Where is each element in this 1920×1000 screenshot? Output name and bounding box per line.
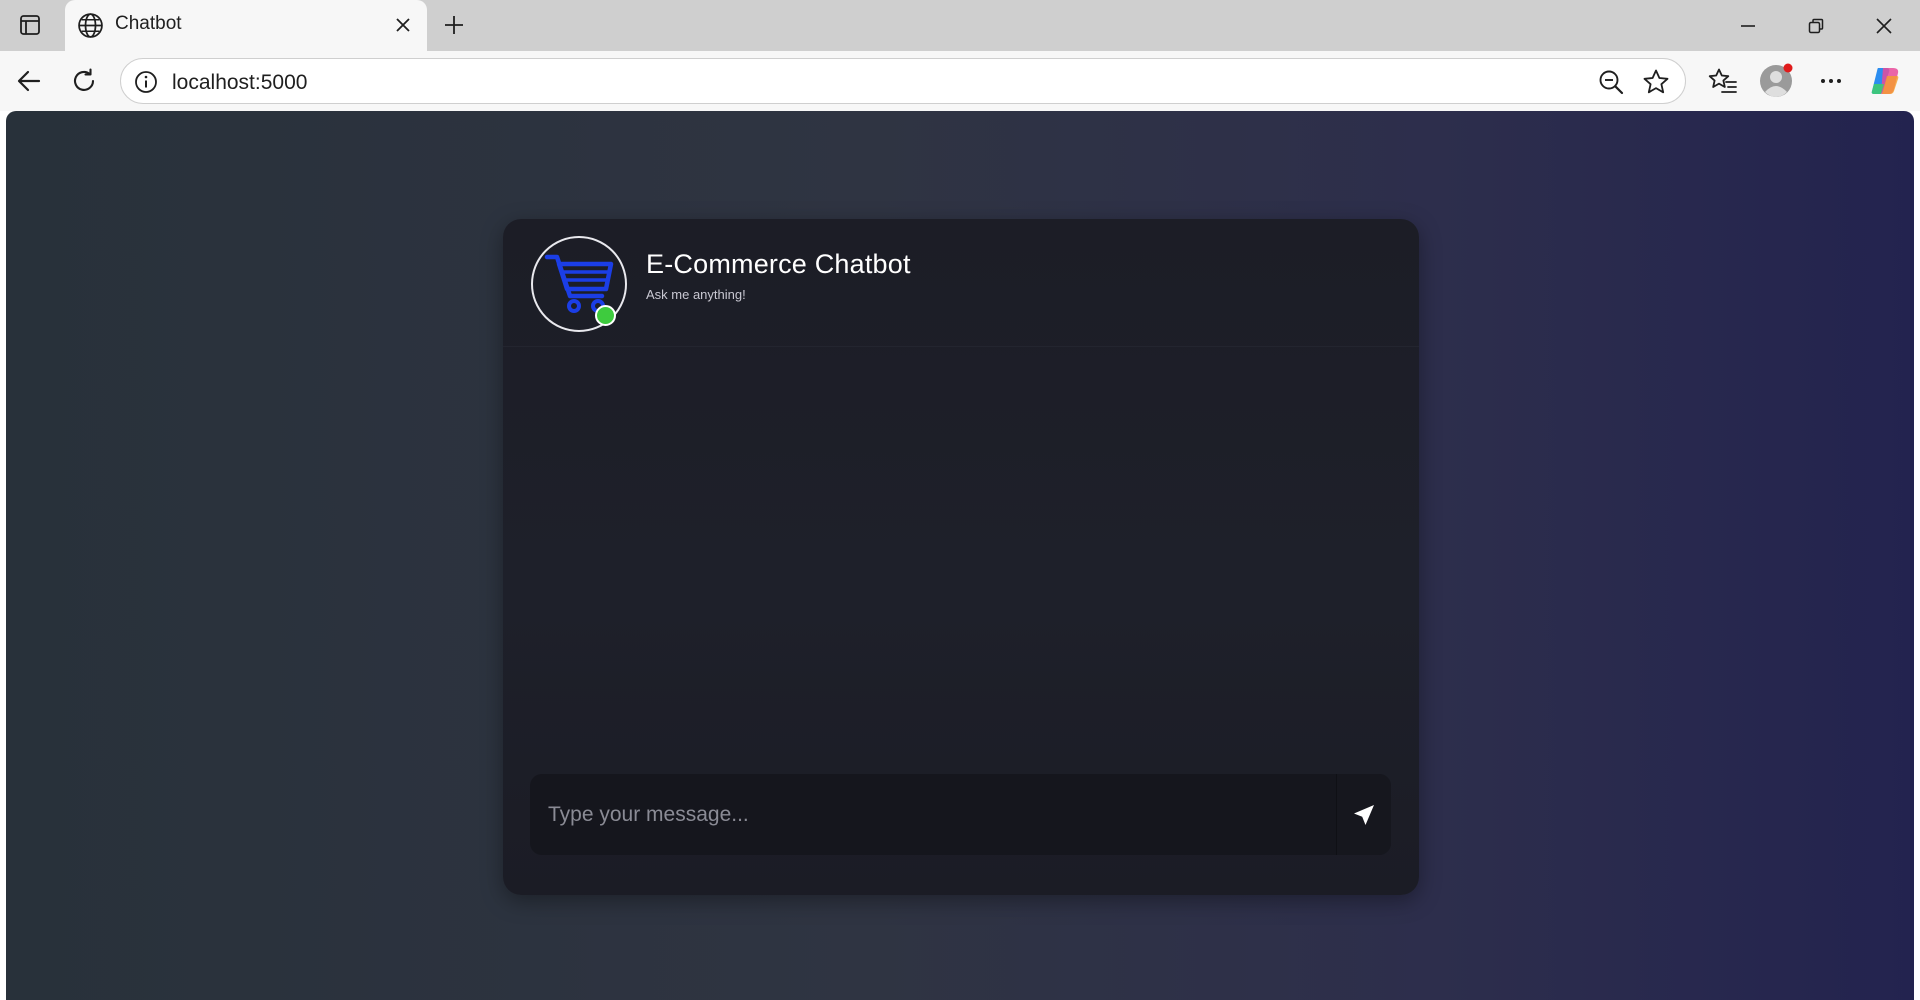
page-viewport: E-Commerce Chatbot Ask me anything! [6, 111, 1914, 1000]
profile-button[interactable] [1755, 60, 1797, 102]
minimize-icon [1741, 24, 1755, 27]
copilot-icon [1871, 68, 1899, 94]
tab-actions-icon [20, 15, 40, 35]
refresh-icon [73, 68, 95, 91]
tab-actions-button[interactable] [10, 8, 50, 42]
new-tab-button[interactable] [436, 8, 472, 42]
browser-toolbar: localhost:5000 [0, 51, 1920, 111]
address-url[interactable]: localhost:5000 [172, 71, 307, 95]
close-tab-button[interactable] [389, 11, 417, 39]
more-icon [1821, 79, 1841, 83]
favorites-button[interactable] [1702, 60, 1744, 102]
message-input-row [530, 774, 1391, 855]
browser-tab-bar: Chatbot [0, 0, 1920, 51]
chat-container: E-Commerce Chatbot Ask me anything! [503, 219, 1419, 895]
info-icon[interactable] [133, 69, 159, 95]
browser-tab-chatbot[interactable]: Chatbot [65, 0, 427, 51]
refresh-button[interactable] [63, 60, 105, 102]
close-window-button[interactable] [1850, 0, 1918, 51]
online-status-indicator [595, 305, 616, 326]
zoom-out-icon[interactable] [1597, 68, 1625, 96]
chat-subtitle: Ask me anything! [646, 287, 746, 302]
close-icon [396, 18, 410, 32]
message-list[interactable] [503, 347, 1419, 767]
globe-icon [78, 13, 103, 38]
back-arrow-icon [17, 70, 41, 92]
favorites-icon [1708, 68, 1737, 93]
tab-title: Chatbot [115, 13, 182, 34]
chat-title: E-Commerce Chatbot [646, 249, 911, 279]
more-button[interactable] [1810, 60, 1852, 102]
close-icon [1876, 17, 1892, 34]
chat-header: E-Commerce Chatbot Ask me anything! [503, 219, 1419, 347]
send-button[interactable] [1336, 774, 1391, 855]
star-icon[interactable] [1641, 67, 1671, 97]
copilot-button[interactable] [1864, 60, 1906, 102]
plus-icon [445, 16, 463, 34]
restore-icon [1808, 18, 1824, 33]
back-button[interactable] [8, 60, 50, 102]
restore-window-button[interactable] [1782, 0, 1850, 51]
message-input[interactable] [530, 774, 1336, 855]
address-bar[interactable]: localhost:5000 [120, 58, 1686, 104]
send-icon [1354, 804, 1374, 825]
minimize-window-button[interactable] [1714, 0, 1782, 51]
profile-avatar-icon [1760, 63, 1793, 97]
